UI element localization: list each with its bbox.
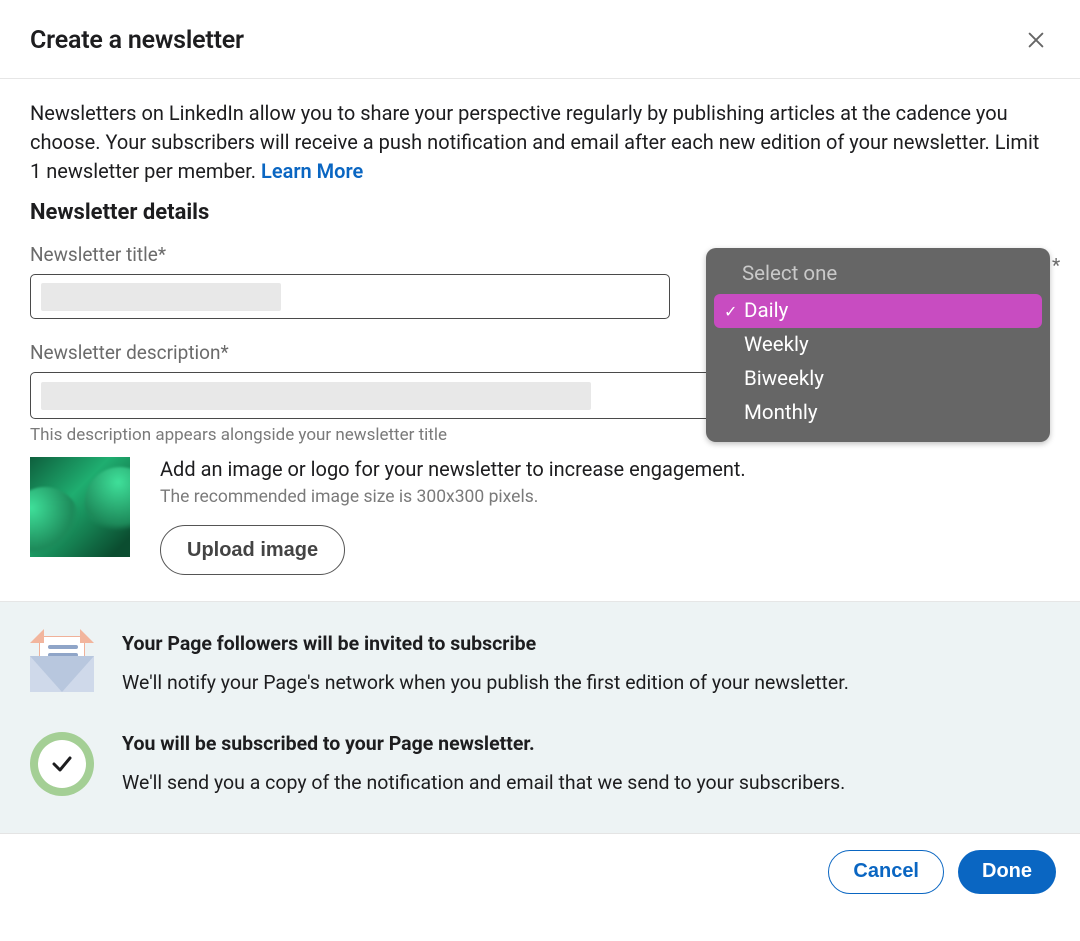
upload-heading: Add an image or logo for your newsletter… [160, 457, 746, 481]
intro-text: Newsletters on LinkedIn allow you to sha… [30, 101, 1039, 183]
newsletter-title-input[interactable] [30, 274, 670, 319]
info-body-subscribed: We'll send you a copy of the notificatio… [122, 769, 845, 796]
redacted-description-value [41, 382, 591, 410]
upload-image-button[interactable]: Upload image [160, 525, 345, 575]
cancel-button[interactable]: Cancel [828, 850, 944, 894]
redacted-title-value [41, 283, 281, 311]
envelope-icon [30, 632, 94, 696]
close-icon [1025, 29, 1047, 51]
section-heading: Newsletter details [30, 200, 1050, 225]
done-button[interactable]: Done [958, 850, 1056, 894]
close-button[interactable] [1016, 20, 1056, 60]
info-heading-invite: Your Page followers will be invited to s… [122, 632, 849, 655]
cadence-option-biweekly[interactable]: Biweekly [714, 362, 1042, 396]
cadence-required-mark: * [1052, 254, 1060, 277]
newsletter-thumbnail-preview [30, 457, 130, 557]
cadence-dropdown[interactable]: Select one Daily Weekly Biweekly Monthly [706, 248, 1050, 442]
cadence-option-daily[interactable]: Daily [714, 294, 1042, 328]
check-badge-icon [30, 732, 94, 796]
cadence-option-weekly[interactable]: Weekly [714, 328, 1042, 362]
info-body-invite: We'll notify your Page's network when yo… [122, 669, 849, 696]
intro-paragraph: Newsletters on LinkedIn allow you to sha… [30, 99, 1050, 186]
cadence-dropdown-placeholder: Select one [712, 256, 1044, 294]
info-heading-subscribed: You will be subscribed to your Page news… [122, 732, 845, 755]
cadence-option-monthly[interactable]: Monthly [714, 396, 1042, 430]
learn-more-link[interactable]: Learn More [261, 159, 363, 183]
modal-title: Create a newsletter [30, 26, 244, 55]
upload-subtext: The recommended image size is 300x300 pi… [160, 487, 746, 507]
